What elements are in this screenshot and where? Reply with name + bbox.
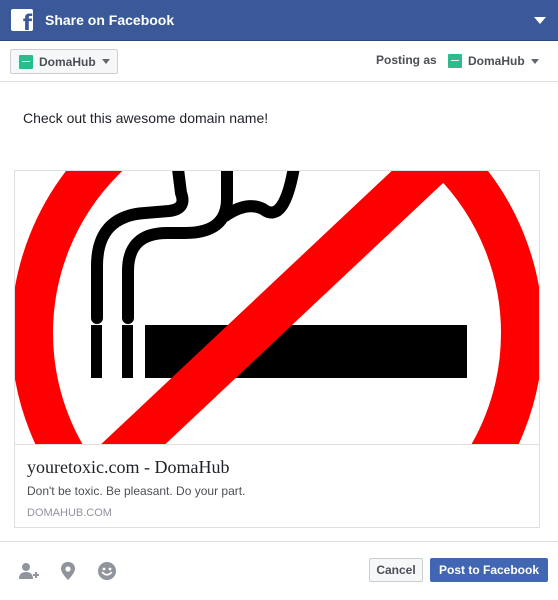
titlebar-menu-chevron-down-icon[interactable] [534, 17, 546, 24]
posting-as-label: Posting as [376, 53, 437, 67]
dialog-footer: Cancel Post to Facebook [0, 541, 558, 600]
link-preview-card[interactable]: youretoxic.com - DomaHub Don't be toxic.… [14, 170, 540, 528]
feeling-icon[interactable] [97, 561, 117, 581]
post-to-facebook-button[interactable]: Post to Facebook [430, 558, 548, 582]
share-destination-label: DomaHub [39, 54, 96, 69]
posting-identity-dropdown[interactable]: DomaHub [448, 54, 539, 68]
domahub-logo-icon [19, 54, 33, 69]
chevron-down-icon [530, 58, 539, 64]
cancel-button[interactable]: Cancel [369, 558, 423, 582]
link-preview-image [15, 171, 539, 445]
share-toolbar: DomaHub Posting as DomaHub [0, 41, 558, 82]
tag-friends-icon[interactable] [18, 561, 39, 581]
location-icon[interactable] [58, 561, 78, 581]
link-preview-description: Don't be toxic. Be pleasant. Do your par… [27, 484, 246, 498]
no-smoking-sign-image [15, 171, 539, 444]
posting-identity-label: DomaHub [468, 54, 525, 68]
domahub-logo-icon [448, 54, 462, 68]
post-message-input[interactable]: Check out this awesome domain name! [23, 110, 268, 126]
share-destination-dropdown[interactable]: DomaHub [10, 49, 118, 74]
link-preview-domain: DOMAHUB.COM [27, 507, 112, 519]
link-preview-title[interactable]: youretoxic.com - DomaHub [27, 457, 229, 478]
dialog-titlebar: f Share on Facebook [0, 0, 558, 41]
chevron-down-icon [101, 59, 110, 64]
facebook-logo-icon: f [11, 9, 33, 31]
dialog-title: Share on Facebook [45, 12, 175, 28]
